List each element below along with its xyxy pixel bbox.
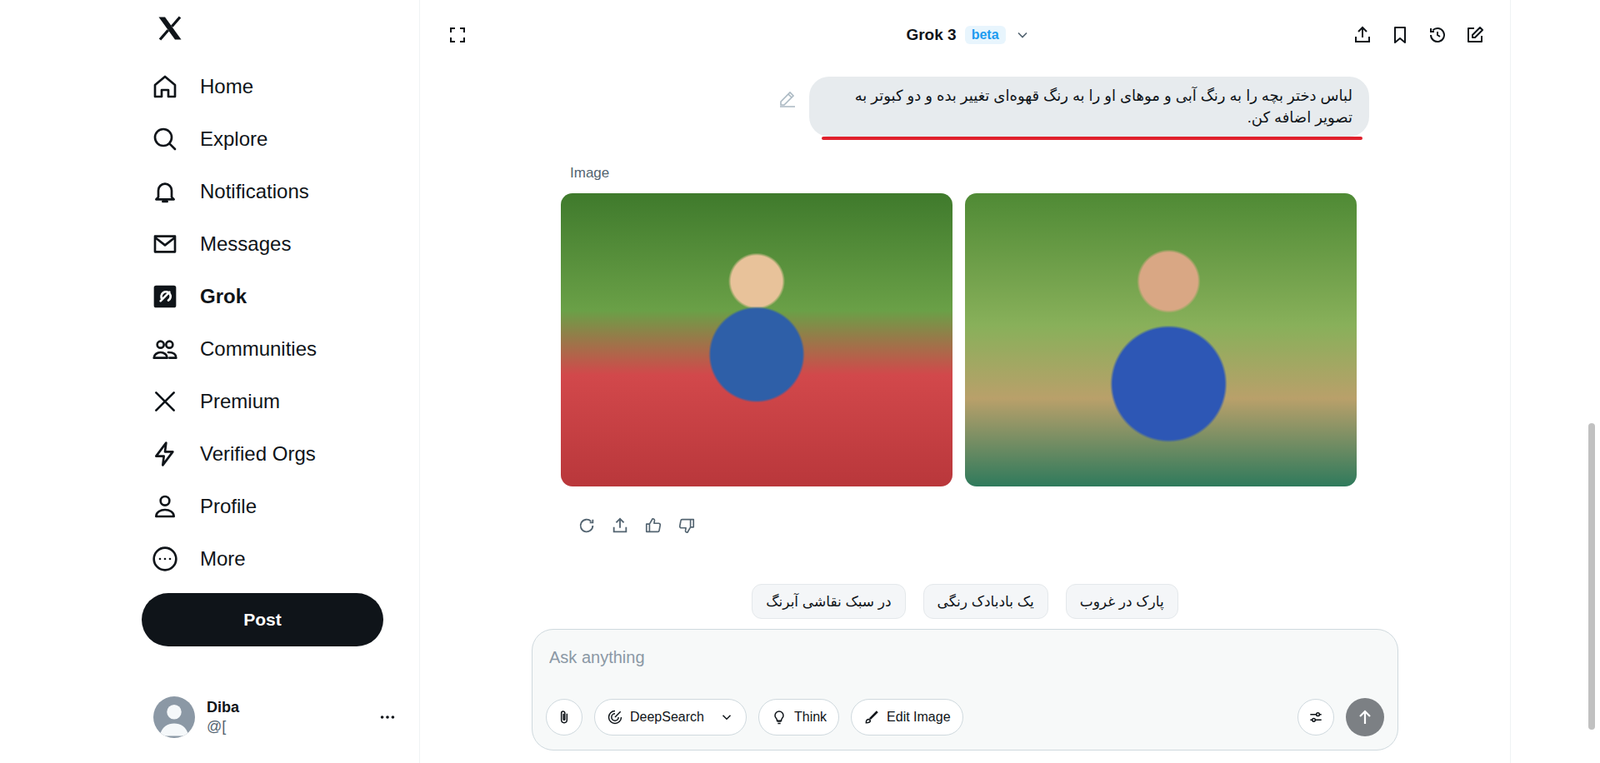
right-gutter <box>1510 0 1600 763</box>
beta-badge: beta <box>965 25 1006 45</box>
more-dots-icon[interactable] <box>378 708 397 727</box>
nav-label: Premium <box>200 390 280 414</box>
x-logo-icon[interactable] <box>155 13 185 44</box>
tool-button[interactable]: Think <box>758 699 840 736</box>
more-circle-icon <box>151 545 179 573</box>
user-message-row: لباس دختر بچه را به رنگ آبی و موهای او ر… <box>560 76 1370 140</box>
edit-pencil-icon[interactable] <box>777 88 798 109</box>
prompt-input[interactable] <box>545 641 1385 675</box>
nav-label: Notifications <box>200 180 310 204</box>
account-text: Diba@[ <box>206 699 367 736</box>
envelope-icon <box>151 230 179 258</box>
nav-item[interactable]: Communities <box>141 322 400 375</box>
scrollbar[interactable] <box>1588 423 1595 730</box>
sliders-icon <box>1307 709 1325 726</box>
brush-icon <box>863 709 880 726</box>
conversation: لباس دختر بچه را به رنگ آبی و موهای او ر… <box>560 70 1370 620</box>
nav-label: Explore <box>200 127 268 151</box>
suggestions: در سبک نقاشی آبرنگ یک بادبادک رنگی پارک در… <box>560 584 1370 620</box>
sidebar: Home Explore Notifications Messages Grok Comm… <box>0 0 420 763</box>
header: Grok 3 beta <box>420 0 1510 70</box>
search-icon <box>151 125 179 153</box>
model-picker[interactable]: Grok 3 beta <box>905 25 1030 45</box>
home-icon <box>151 73 179 100</box>
account-name: Diba <box>206 699 367 717</box>
nav-label: Home <box>200 75 254 99</box>
nav-item[interactable]: Home <box>141 60 400 113</box>
user-message-wrap: لباس دختر بچه را به رنگ آبی و موهای او ر… <box>809 76 1370 140</box>
nav-label: Communities <box>200 337 317 361</box>
arrow-up-icon <box>1355 707 1375 728</box>
lightbulb-icon <box>770 709 788 726</box>
nav: Home Explore Notifications Messages Grok Comm… <box>141 60 400 585</box>
nav-item[interactable]: Verified Orgs <box>141 427 400 480</box>
tool-label: Edit Image <box>886 710 950 725</box>
sidebar-inner: Home Explore Notifications Messages Grok Comm… <box>141 0 400 739</box>
expand-icon[interactable] <box>447 25 468 45</box>
tool-label: Think <box>794 710 827 725</box>
send-button[interactable] <box>1345 698 1385 737</box>
bookmark-icon[interactable] <box>1390 25 1410 45</box>
x-logo-icon <box>151 388 179 415</box>
generated-image[interactable] <box>965 193 1357 487</box>
composer-toolbar: DeepSearch Think Edit Image <box>545 698 1385 737</box>
deepsearch-icon <box>606 709 624 726</box>
nav-item[interactable]: More <box>141 532 400 585</box>
new-chat-icon[interactable] <box>1465 25 1485 45</box>
thumbs-down-icon[interactable] <box>677 516 696 535</box>
suggestion-chip[interactable]: در سبک نقاشی آبرنگ <box>751 584 905 620</box>
default-avatar-icon <box>153 696 195 739</box>
nav-label: Profile <box>200 495 257 519</box>
paperclip-icon <box>555 709 573 726</box>
response-actions <box>577 516 1370 535</box>
nav-item[interactable]: Profile <box>141 480 400 533</box>
composer: DeepSearch Think Edit Image <box>531 629 1399 751</box>
user-message: لباس دختر بچه را به رنگ آبی و موهای او ر… <box>809 76 1370 137</box>
account-switcher[interactable]: Diba@[ <box>141 696 400 739</box>
chevron-down-icon[interactable] <box>719 710 735 725</box>
chevron-down-icon <box>1014 26 1031 44</box>
regenerate-icon[interactable] <box>577 516 596 535</box>
model-name: Grok 3 <box>905 25 956 45</box>
nav-label: Grok <box>200 285 247 309</box>
history-icon[interactable] <box>1427 25 1448 45</box>
nav-item[interactable]: Messages <box>141 217 400 270</box>
page: Home Explore Notifications Messages Grok Comm… <box>0 0 1600 763</box>
suggestion-chip[interactable]: پارک در غروب <box>1065 584 1179 620</box>
grok-panel: Grok 3 beta لباس دختر بچه را به رنگ آبی و … <box>420 0 1511 763</box>
share-icon[interactable] <box>1352 25 1373 45</box>
tool-button[interactable]: Edit Image <box>850 699 963 736</box>
account-handle: @[ <box>206 718 367 736</box>
people-icon <box>151 335 179 363</box>
nav-label: More <box>200 547 246 571</box>
tool-label: DeepSearch <box>630 710 705 725</box>
tool-button[interactable]: DeepSearch <box>594 699 747 736</box>
nav-label: Messages <box>200 232 291 256</box>
nav-item[interactable]: Explore <box>141 112 400 165</box>
person-icon <box>151 493 179 520</box>
attach-button[interactable] <box>545 699 583 736</box>
result-label: Image <box>570 165 1370 182</box>
suggestion-chip[interactable]: یک بادبادک رنگی <box>923 584 1049 620</box>
post-button[interactable]: Post <box>141 593 384 647</box>
grok-icon <box>151 283 179 310</box>
thumbs-up-icon[interactable] <box>644 516 663 535</box>
image-grid <box>560 193 1370 487</box>
nav-item[interactable]: Notifications <box>141 165 400 218</box>
avatar-icon <box>153 696 195 739</box>
settings-button[interactable] <box>1297 699 1335 736</box>
red-underline <box>821 136 1363 140</box>
nav-label: Verified Orgs <box>200 442 316 466</box>
lightning-icon <box>151 440 179 468</box>
bell-icon <box>151 178 179 205</box>
generated-image[interactable] <box>560 193 953 487</box>
nav-item[interactable]: Premium <box>141 375 400 428</box>
nav-item[interactable]: Grok <box>141 270 400 323</box>
header-actions <box>1352 25 1485 45</box>
share-icon[interactable] <box>610 516 630 535</box>
